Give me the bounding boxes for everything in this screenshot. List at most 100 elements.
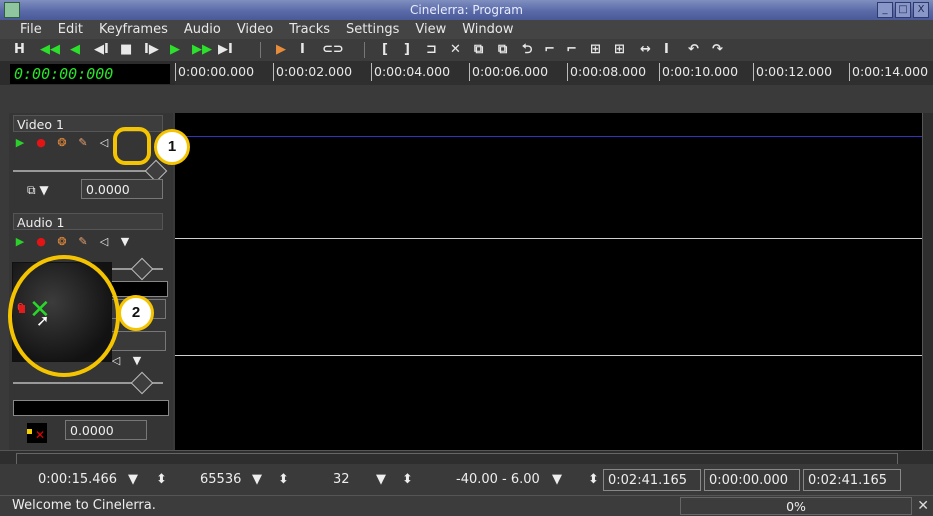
rewind-start-icon[interactable]: H	[14, 42, 25, 58]
title-bar[interactable]: Cinelerra: Program _ □ X	[0, 0, 933, 20]
in-point-icon[interactable]: [	[382, 42, 388, 58]
timeline-canvas[interactable]	[175, 113, 922, 450]
sample-rate-updown-icon[interactable]: ⬍	[278, 470, 289, 490]
meter-updown-icon[interactable]: ⬍	[588, 470, 599, 490]
ruler-tick: 0:00:12.000	[753, 63, 832, 81]
mute-icon[interactable]: ◁	[97, 235, 111, 249]
audio2-pan-field[interactable]: 0.0000	[65, 420, 147, 440]
cancel-progress-icon[interactable]: ✕	[917, 497, 929, 515]
selection-start-field[interactable]: 0:02:41.165	[603, 469, 701, 491]
sample-rate-dropdown-icon[interactable]: ▼	[252, 470, 262, 490]
audio-track-icons: ▶ ● ❂ ✎ ◁ ▼	[13, 234, 132, 250]
status-row: 0:00:15.466 ▼ ⬍ 65536 ▼ ⬍ 32 ▼ ⬍ -40.00 …	[0, 464, 933, 495]
arrow-tool-icon[interactable]: ▶	[276, 42, 286, 58]
frame-forward-icon[interactable]: I▶	[144, 42, 159, 58]
ruler-tick: 0:00:04.000	[371, 63, 450, 81]
menu-keyframes[interactable]: Keyframes	[91, 20, 176, 39]
audio2-track-icons: ◁ ▼	[109, 353, 144, 369]
welcome-message: Welcome to Cinelerra.	[12, 498, 156, 513]
copy-icon[interactable]: ⧉	[474, 42, 483, 58]
audio-fader-knob[interactable]	[130, 257, 154, 281]
redo-left-icon[interactable]: ↶	[688, 42, 699, 58]
ruler-tick: 0:00:08.000	[567, 63, 646, 81]
mute-icon[interactable]: ◁	[97, 136, 111, 150]
ibeam-tool-icon[interactable]: I	[300, 42, 305, 58]
ruler-tick: 0:00:02.000	[273, 63, 352, 81]
ruler-tick: 0:00:06.000	[469, 63, 548, 81]
video-value-field[interactable]: 0.0000	[81, 179, 163, 199]
minimize-button[interactable]: _	[877, 2, 893, 18]
out-point-icon[interactable]: ]	[404, 42, 410, 58]
video-track-line	[175, 136, 922, 137]
menu-view[interactable]: View	[407, 20, 454, 39]
menu-tracks[interactable]: Tracks	[281, 20, 338, 39]
audio2-meter-box	[13, 400, 169, 416]
toggle-label-icon[interactable]: ↔	[640, 42, 651, 58]
callout-2: 2	[118, 295, 154, 331]
audio-track-line	[175, 238, 922, 239]
vertical-scrollbar[interactable]	[922, 113, 933, 450]
redo-right-icon[interactable]: ↷	[712, 42, 723, 58]
meter-dropdown-icon[interactable]: ▼	[552, 470, 562, 490]
fit-selection-icon[interactable]: ⊞	[590, 42, 601, 58]
reverse-play-icon[interactable]: ◀	[70, 42, 80, 58]
zoom-dropdown-icon[interactable]: ▼	[376, 470, 386, 490]
draw-icon[interactable]: ✎	[76, 136, 90, 150]
video-fader-track	[13, 170, 163, 172]
jump-end-icon[interactable]: ▶I	[218, 42, 233, 58]
length-dropdown-icon[interactable]: ▼	[128, 470, 138, 490]
maximize-button[interactable]: □	[895, 2, 911, 18]
close-window-button[interactable]: X	[913, 2, 929, 18]
stop-icon[interactable]: ■	[120, 42, 132, 58]
record-track-icon[interactable]: ●	[34, 136, 48, 150]
draw-icon[interactable]: ✎	[76, 235, 90, 249]
horizontal-scrollbar[interactable]	[0, 450, 933, 465]
frame-back-icon[interactable]: ◀I	[94, 42, 109, 58]
record-track-icon[interactable]: ●	[34, 235, 48, 249]
fast-reverse-icon[interactable]: ◀◀	[40, 42, 60, 58]
menu-window[interactable]: Window	[454, 20, 521, 39]
zoom-updown-icon[interactable]: ⬍	[402, 470, 413, 490]
expand-icon[interactable]: ▼	[118, 235, 132, 249]
pan-icon[interactable]: ✕	[27, 423, 47, 443]
menu-file[interactable]: File	[0, 20, 50, 39]
audio-extra-value[interactable]	[110, 331, 166, 351]
menu-edit[interactable]: Edit	[50, 20, 91, 39]
overwrite-icon[interactable]: ⌐	[544, 42, 555, 58]
menu-settings[interactable]: Settings	[338, 20, 407, 39]
toolbar: H ◀◀ ◀ ◀I ■ I▶ ▶ ▶▶ ▶I ▶ I ⊂⊃ [ ] ⊐ ✕ ⧉ …	[0, 39, 933, 61]
magnet-tool-icon[interactable]: ⊂⊃	[322, 42, 344, 58]
play-track-icon[interactable]: ▶	[13, 136, 27, 150]
audio2-fader-knob[interactable]	[130, 371, 154, 395]
menu-bar: File Edit Keyframes Audio Video Tracks S…	[0, 20, 933, 39]
play-track-icon[interactable]: ▶	[13, 235, 27, 249]
gang-icon[interactable]: ❂	[55, 235, 69, 249]
undo-icon[interactable]: ⮌	[522, 42, 532, 58]
audio-track-title[interactable]: Audio 1	[13, 213, 163, 230]
selection-length-field[interactable]: 0:00:00.000	[704, 469, 800, 491]
window-title: Cinelerra: Program	[410, 3, 523, 17]
fast-forward-icon[interactable]: ▶▶	[192, 42, 212, 58]
app-icon	[4, 2, 20, 18]
gang-icon[interactable]: ❂	[55, 136, 69, 150]
selection-end-field[interactable]: 0:02:41.165	[803, 469, 901, 491]
expand-icon[interactable]: ▼	[130, 354, 144, 368]
mode-dropdown-icon[interactable]: ⧉ ▼	[27, 183, 49, 198]
menu-audio[interactable]: Audio	[176, 20, 229, 39]
timeline-ruler[interactable]: 0:00:00.000 0:00:02.000 0:00:04.000 0:00…	[175, 61, 933, 85]
video-track-icons: ▶ ● ❂ ✎ ◁	[13, 135, 111, 151]
menu-video[interactable]: Video	[229, 20, 281, 39]
splice-icon[interactable]: ⌐	[566, 42, 577, 58]
cinelerra-program-window: Cinelerra: Program _ □ X File Edit Keyfr…	[0, 0, 933, 516]
fit-autos-icon[interactable]: ⊞	[614, 42, 625, 58]
play-icon[interactable]: ▶	[170, 42, 180, 58]
callout-1: 1	[154, 129, 190, 165]
pan-highlight	[8, 255, 120, 377]
ibeam-icon[interactable]: I	[664, 42, 669, 58]
audio2-track-line	[175, 355, 922, 356]
clock-row: 0:00:00:000 0:00:00.000 0:00:02.000 0:00…	[0, 61, 933, 85]
cut-icon[interactable]: ✕	[450, 42, 461, 58]
paste-icon[interactable]: ⧉	[498, 42, 507, 58]
label-icon[interactable]: ⊐	[426, 42, 437, 58]
length-updown-icon[interactable]: ⬍	[156, 470, 167, 490]
